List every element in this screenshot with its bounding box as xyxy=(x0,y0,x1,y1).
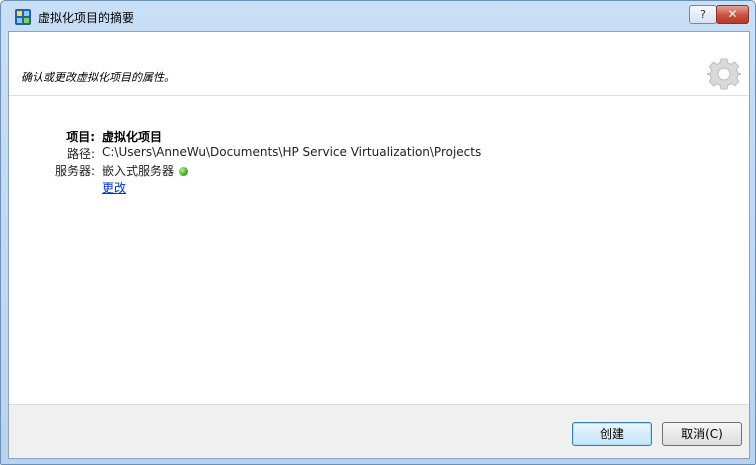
project-value: 虚拟化项目 xyxy=(102,130,163,144)
server-value: 嵌入式服务器 xyxy=(102,164,175,178)
title-bar[interactable]: 虚拟化项目的摘要 ? ✕ xyxy=(1,1,755,31)
path-label: 路径: xyxy=(66,147,95,161)
close-button[interactable]: ✕ xyxy=(716,5,749,24)
gear-icon xyxy=(707,58,741,90)
cancel-button[interactable]: 取消(C) xyxy=(662,422,742,446)
header-description: 确认或更改虚拟化项目的属性。 xyxy=(21,71,175,84)
create-button[interactable]: 创建 xyxy=(572,422,652,446)
server-status-icon xyxy=(179,167,189,176)
change-link[interactable]: 更改 xyxy=(102,179,126,196)
project-label: 项目: xyxy=(66,130,95,144)
server-label: 服务器: xyxy=(54,164,95,178)
dialog-content: 确认或更改虚拟化项目的属性。 项目: 虚拟化项目 路径: C:\Users\An… xyxy=(8,31,750,459)
dialog-header: 确认或更改虚拟化项目的属性。 xyxy=(9,32,749,96)
path-value: C:\Users\AnneWu\Documents\HP Service Vir… xyxy=(102,145,482,159)
dialog-footer: 创建 取消(C) xyxy=(9,404,749,458)
dialog-window: 虚拟化项目的摘要 ? ✕ 确认或更改虚拟化项目的属性。 项目: 虚拟化项目 路径… xyxy=(0,0,756,465)
server-value-wrap: 嵌入式服务器 xyxy=(102,162,189,179)
app-icon xyxy=(15,9,31,25)
help-button[interactable]: ? xyxy=(689,5,717,24)
window-title: 虚拟化项目的摘要 xyxy=(38,11,135,25)
